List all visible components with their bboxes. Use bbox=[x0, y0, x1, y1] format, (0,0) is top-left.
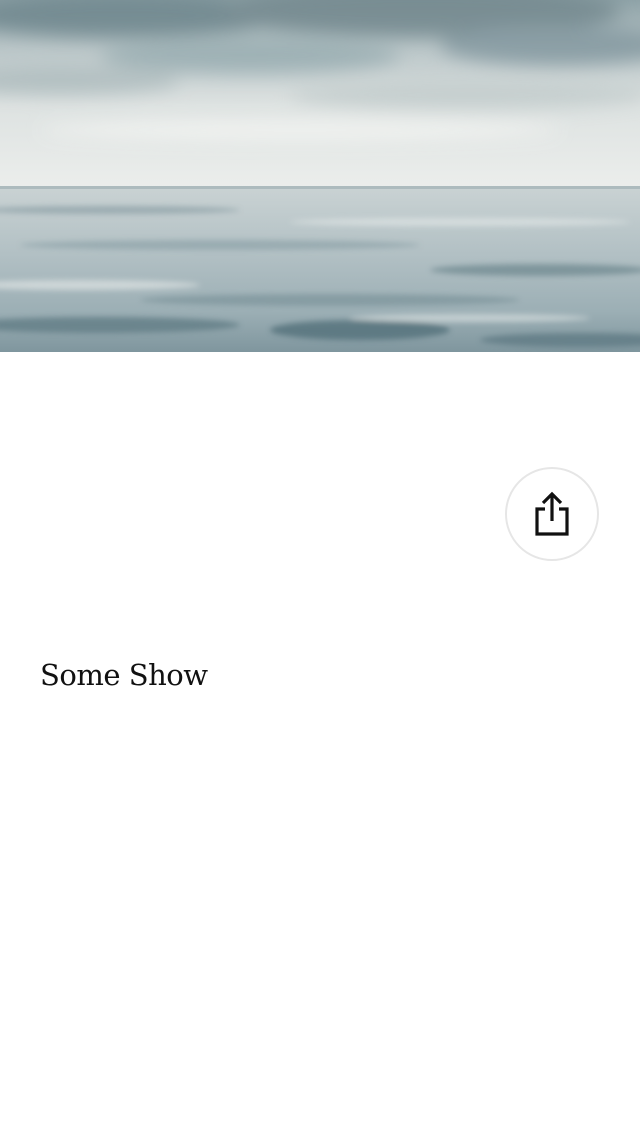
show-detail-screen: Some Show bbox=[0, 0, 640, 1136]
hero-image bbox=[0, 0, 640, 352]
share-icon bbox=[535, 491, 569, 536]
show-title: Some Show bbox=[40, 658, 208, 692]
share-button[interactable] bbox=[505, 467, 599, 561]
seascape-painting bbox=[0, 0, 640, 352]
